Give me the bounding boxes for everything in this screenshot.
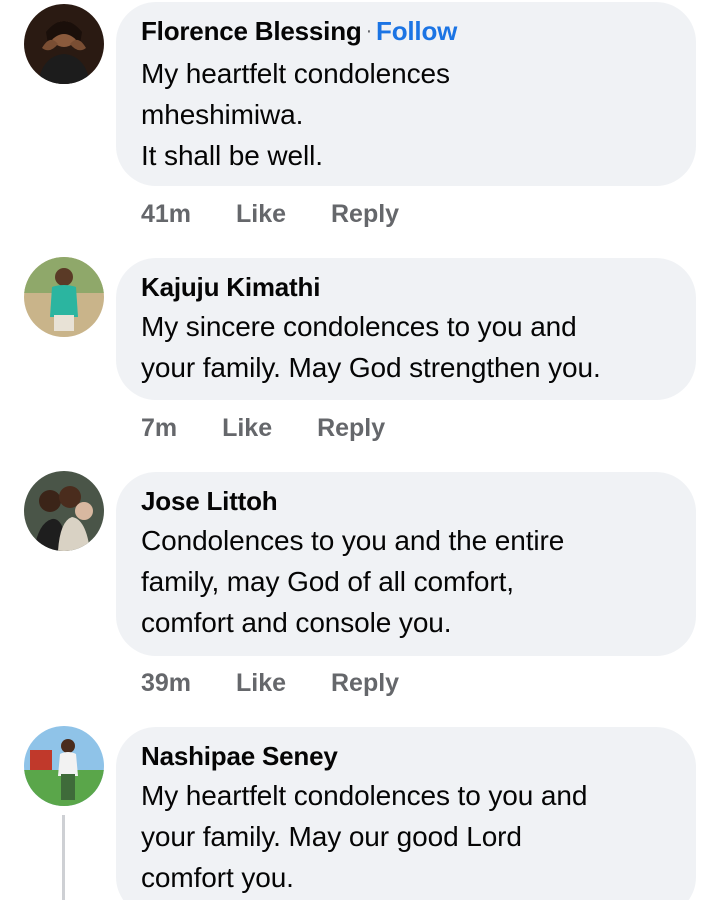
comment-author[interactable]: Nashipae Seney — [141, 741, 338, 771]
like-button[interactable]: Like — [222, 414, 272, 443]
like-button[interactable]: Like — [236, 669, 286, 698]
comment-text-line: mheshimiwa. — [141, 99, 304, 130]
like-button[interactable]: Like — [236, 200, 286, 229]
comment-actions: 41m Like Reply — [141, 200, 399, 229]
comment-timestamp[interactable]: 41m — [141, 200, 191, 229]
comment-header: Florence Blessing · Follow — [141, 16, 668, 49]
comment-bubble: Florence Blessing · Follow My heartfelt co… — [116, 2, 696, 186]
comment-text-line: your family. May God strengthen you. — [141, 352, 601, 383]
comment-text-line: comfort you. — [141, 862, 294, 893]
comment-author[interactable]: Florence Blessing — [141, 16, 362, 46]
profile-photo-icon — [24, 4, 104, 84]
profile-photo-icon — [24, 257, 104, 337]
comment-text-line: It shall be well. — [141, 140, 323, 171]
comment-text: Condolences to you and the entire family… — [141, 520, 668, 643]
comment-bubble: Kajuju Kimathi My sincere condolences to… — [116, 258, 696, 400]
comment-text-line: My heartfelt condolences to you and — [141, 780, 588, 811]
comment-timestamp[interactable]: 39m — [141, 669, 191, 698]
comment-timestamp[interactable]: 7m — [141, 414, 177, 443]
comment-text-line: My heartfelt condolences — [141, 58, 450, 89]
comment-bubble: Nashipae Seney My heartfelt condolences … — [116, 727, 696, 900]
follow-button[interactable]: Follow — [376, 16, 457, 46]
comment-text-line: Condolences to you and the entire — [141, 525, 565, 556]
comment-text-line: comfort and console you. — [141, 607, 452, 638]
comment-header: Kajuju Kimathi — [141, 272, 668, 302]
comment-actions: 39m Like Reply — [141, 669, 399, 698]
separator-dot: · — [365, 20, 373, 42]
comment-header: Jose Littoh — [141, 486, 668, 516]
comment-author[interactable]: Kajuju Kimathi — [141, 272, 320, 302]
reply-button[interactable]: Reply — [331, 669, 399, 698]
avatar[interactable] — [24, 4, 104, 84]
reply-thread-line — [62, 815, 65, 900]
avatar[interactable] — [24, 257, 104, 337]
avatar[interactable] — [24, 726, 104, 806]
comment-author[interactable]: Jose Littoh — [141, 486, 278, 516]
profile-photo-icon — [24, 726, 104, 806]
comment-text: My heartfelt condolences to you and your… — [141, 775, 668, 898]
comment-text: My heartfelt condolences mheshimiwa. It … — [141, 53, 668, 176]
reply-button[interactable]: Reply — [331, 200, 399, 229]
reply-button[interactable]: Reply — [317, 414, 385, 443]
profile-photo-icon — [24, 471, 104, 551]
comments-feed: Florence Blessing · Follow My heartfelt co… — [0, 0, 720, 900]
comment-text: My sincere condolences to you and your f… — [141, 306, 668, 388]
comment-text-line: My sincere condolences to you and — [141, 311, 577, 342]
comment-actions: 7m Like Reply — [141, 414, 385, 443]
comment-text-line: your family. May our good Lord — [141, 821, 522, 852]
comment-bubble: Jose Littoh Condolences to you and the e… — [116, 472, 696, 656]
comment-header: Nashipae Seney — [141, 741, 668, 771]
comment-text-line: family, may God of all comfort, — [141, 566, 514, 597]
avatar[interactable] — [24, 471, 104, 551]
